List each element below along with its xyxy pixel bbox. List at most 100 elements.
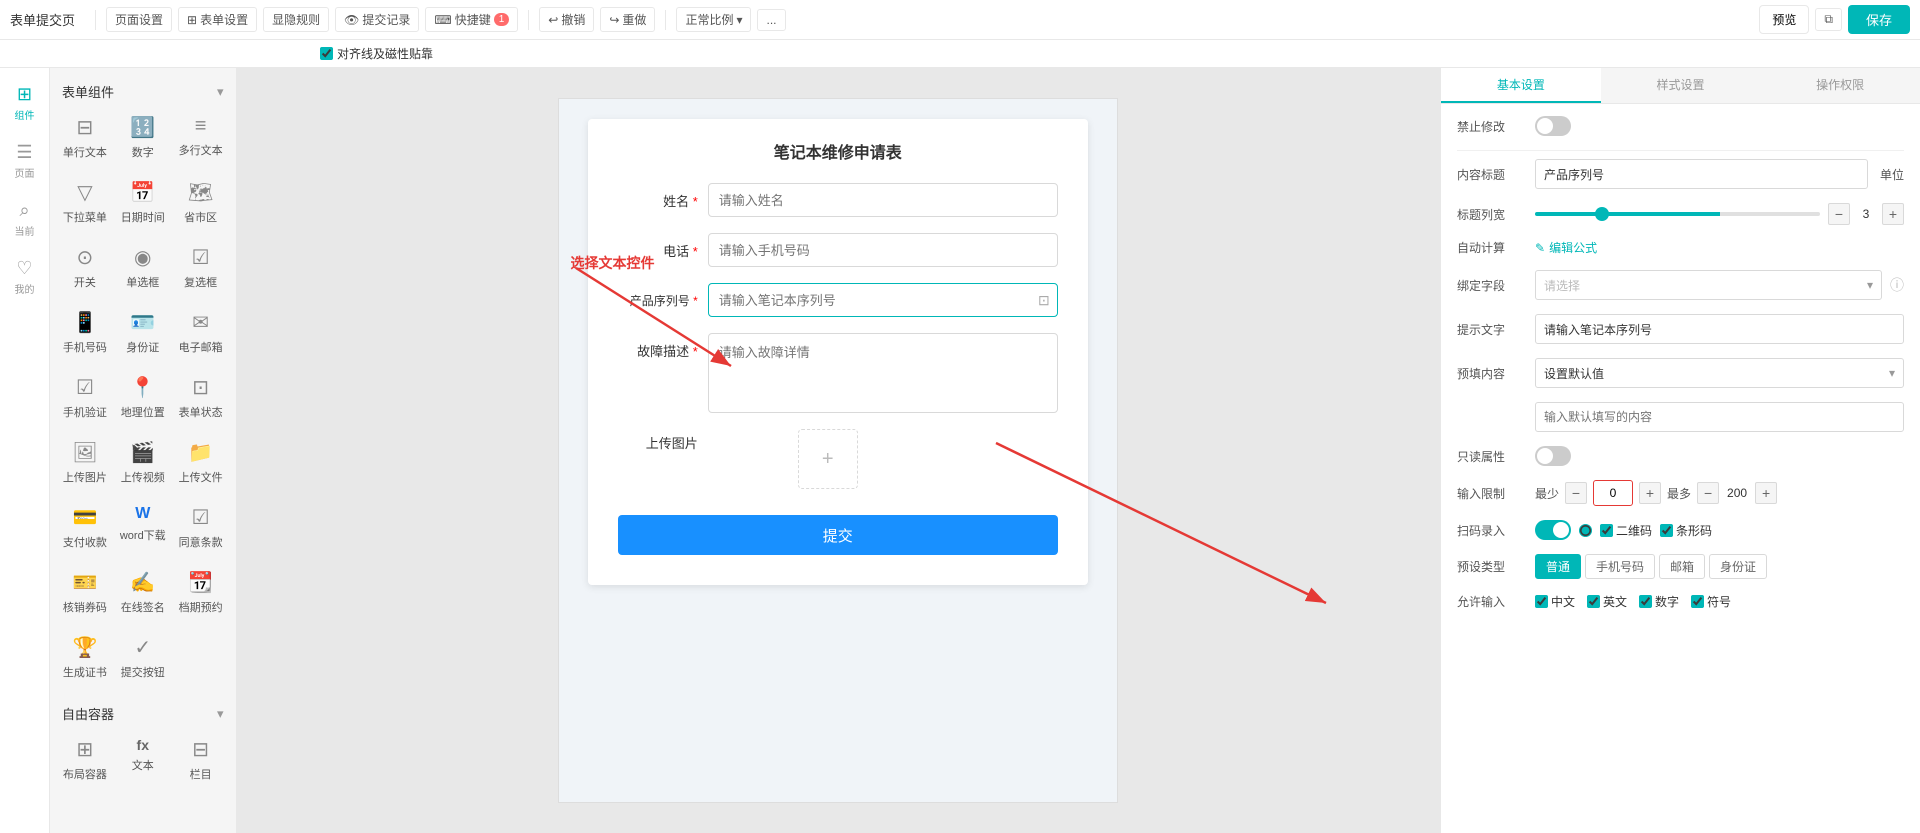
allow-english[interactable]: 英文 [1587,593,1627,610]
min-plus-btn[interactable]: + [1639,482,1661,504]
readonly-toggle[interactable] [1535,446,1571,466]
comp-signature[interactable]: ✍ 在线签名 [116,562,170,623]
submit-btn[interactable]: 提交 [618,515,1058,555]
phone-input[interactable] [708,233,1058,267]
comp-layout[interactable]: ⊞ 布局容器 [58,729,112,790]
comp-province[interactable]: 🗺 省市区 [174,172,228,233]
display-rules-btn[interactable]: 显隐规则 [263,7,329,32]
align-checkbox[interactable] [320,47,333,60]
submit-records-btn[interactable]: 👁 提交记录 [335,7,419,32]
comp-switch[interactable]: ⊙ 开关 [58,237,112,298]
label-width-slider[interactable] [1535,212,1820,216]
comp-payment[interactable]: 💳 支付收款 [58,497,112,558]
tab-permission[interactable]: 操作权限 [1760,68,1920,103]
comp-submit-btn[interactable]: ✓ 提交按钮 [116,627,170,688]
comp-radio[interactable]: ◉ 单选框 [116,237,170,298]
label-width-slider-row [1535,212,1820,216]
max-plus-btn[interactable]: + [1755,482,1777,504]
redo-btn[interactable]: ↪ 重做 [600,7,655,32]
comp-id-card[interactable]: 🪪 身份证 [116,302,170,363]
edit-formula-btn[interactable]: ✎ 编辑公式 [1535,239,1597,256]
preset-email-btn[interactable]: 邮箱 [1659,554,1705,579]
sidebar-item-pages[interactable]: ☰ 页面 [3,136,47,186]
min-minus-btn[interactable]: − [1565,482,1587,504]
comp-upload-file[interactable]: 📁 上传文件 [174,432,228,493]
prefill-default-input[interactable] [1535,402,1904,432]
right-panel: 基本设置 样式设置 操作权限 禁止修改 内容标题 单位 标题列宽 [1440,68,1920,833]
sidebar-item-current[interactable]: ⌕ 当前 [3,194,47,244]
more-btn[interactable]: ... [757,9,785,31]
comp-phone[interactable]: 📱 手机号码 [58,302,112,363]
label-width-control: − 3 + [1828,203,1904,225]
comp-datetime[interactable]: 📅 日期时间 [116,172,170,233]
name-input[interactable] [708,183,1058,217]
max-minus-btn[interactable]: − [1697,482,1719,504]
comp-dropdown[interactable]: ▽ 下拉菜单 [58,172,112,233]
upload-plus-icon: + [822,448,834,471]
comp-reservation[interactable]: 📆 档期预约 [174,562,228,623]
tab-basic[interactable]: 基本设置 [1441,68,1601,103]
comp-upload-video[interactable]: 🎬 上传视频 [116,432,170,493]
comp-single-text[interactable]: ⊟ 单行文本 [58,107,112,168]
agreement-icon: ☑ [192,505,210,530]
align-checkbox-row[interactable]: 对齐线及磁性贴靠 [320,45,433,62]
sidebar-item-components[interactable]: ⊞ 组件 [3,78,47,128]
form-settings-btn[interactable]: ⊞ 表单设置 [178,7,257,32]
hint-text-input[interactable] [1535,314,1904,344]
allow-number[interactable]: 数字 [1639,593,1679,610]
comp-agreement[interactable]: ☑ 同意条款 [174,497,228,558]
window-btn[interactable]: ⧉ [1815,8,1842,31]
comp-certificate[interactable]: 🏆 生成证书 [58,627,112,688]
label-width-minus[interactable]: − [1828,203,1850,225]
comp-email[interactable]: ✉ 电子邮箱 [174,302,228,363]
disable-edit-toggle[interactable] [1535,116,1571,136]
comp-sms-verify[interactable]: ☑ 手机验证 [58,367,112,428]
undo-btn[interactable]: ↩ 撤销 [539,7,594,32]
allow-chinese[interactable]: 中文 [1535,593,1575,610]
disable-edit-label: 禁止修改 [1457,118,1527,135]
sidebar-item-mine[interactable]: ♡ 我的 [3,252,47,302]
save-btn[interactable]: 保存 [1848,5,1910,34]
form-status-icon: ⊡ [192,375,209,400]
bind-field-select[interactable]: 请选择 ▾ [1535,270,1882,300]
preset-phone-btn[interactable]: 手机号码 [1585,554,1655,579]
preview-btn[interactable]: 预览 [1759,5,1809,34]
content-title-input[interactable] [1535,159,1868,189]
allow-symbol[interactable]: 符号 [1691,593,1731,610]
scan-toggle[interactable] [1535,520,1571,540]
min-label: 最少 [1535,485,1559,502]
collapse-arrow[interactable]: ▾ [217,84,224,100]
min-value-input[interactable] [1593,480,1633,506]
comp-word-download[interactable]: W word下载 [116,497,170,558]
fault-textarea[interactable] [708,333,1058,413]
free-collapse-arrow[interactable]: ▾ [217,706,224,722]
preset-id-btn[interactable]: 身份证 [1709,554,1767,579]
readonly-label: 只读属性 [1457,448,1527,465]
number-icon: 🔢 [130,115,155,140]
left-panel: ⊞ 组件 ☰ 页面 ⌕ 当前 ♡ 我的 表单组件 ▾ [0,68,236,833]
prefill-select[interactable]: 设置默认值 ▾ [1535,358,1904,388]
form-field-fault: 故障描述 * [618,333,1058,413]
comp-formula-text[interactable]: fx 文本 [116,729,170,790]
serial-input[interactable] [708,283,1058,317]
upload-box[interactable]: + [798,429,858,489]
label-width-plus[interactable]: + [1882,203,1904,225]
comp-multi-text[interactable]: ≡ 多行文本 [174,107,228,168]
comp-form-status[interactable]: ⊡ 表单状态 [174,367,228,428]
comp-coupon[interactable]: 🎫 核销券码 [58,562,112,623]
tab-style[interactable]: 样式设置 [1601,68,1761,103]
shortcuts-btn[interactable]: ⌨ 快捷键 1 [425,7,518,32]
scan-qr-check[interactable] [1579,524,1592,537]
comp-column[interactable]: ⊟ 栏目 [174,729,228,790]
certificate-icon: 🏆 [72,635,97,660]
comp-upload-image[interactable]: 🖼 上传图片 [58,432,112,493]
sms-icon: ☑ [76,375,94,400]
comp-checkbox[interactable]: ☑ 复选框 [174,237,228,298]
id-card-icon: 🪪 [130,310,155,335]
scan-label: 扫码录入 [1457,522,1527,539]
scale-btn[interactable]: 正常比例 ▾ [676,7,751,32]
comp-location[interactable]: 📍 地理位置 [116,367,170,428]
preset-normal-btn[interactable]: 普通 [1535,554,1581,579]
page-settings-btn[interactable]: 页面设置 [106,7,172,32]
comp-number[interactable]: 🔢 数字 [116,107,170,168]
